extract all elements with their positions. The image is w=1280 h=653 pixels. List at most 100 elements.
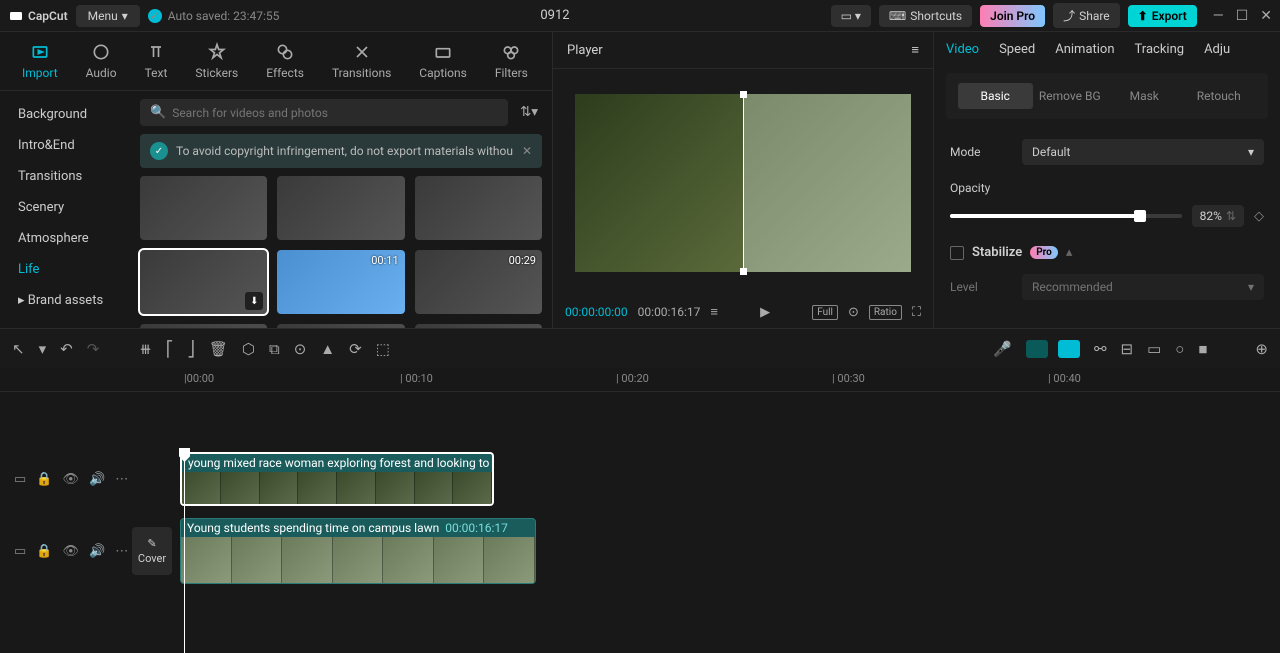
- media-thumb[interactable]: 00:11: [277, 324, 404, 328]
- speed-icon[interactable]: ⊙: [294, 340, 307, 358]
- split-icon[interactable]: ⧻: [139, 340, 152, 358]
- pointer-dropdown-icon[interactable]: ▾: [39, 340, 47, 358]
- snap-toggle[interactable]: [1058, 340, 1080, 358]
- link-icon[interactable]: ⚯: [1094, 340, 1107, 358]
- time-current: 00:00:00:00: [565, 305, 628, 319]
- tab-text[interactable]: Text: [131, 36, 182, 86]
- pointer-icon[interactable]: ↖: [12, 340, 25, 358]
- rtab-adjust[interactable]: Adju: [1204, 42, 1230, 56]
- opacity-value[interactable]: 82%⇅: [1192, 205, 1244, 227]
- track-visible-icon[interactable]: 👁: [62, 544, 79, 559]
- shortcuts-button[interactable]: ⌨ Shortcuts: [879, 5, 972, 27]
- tab-audio[interactable]: Audio: [72, 36, 131, 86]
- rtab-tracking[interactable]: Tracking: [1135, 42, 1185, 56]
- clip-campus[interactable]: Young students spending time on campus l…: [180, 518, 536, 584]
- list-icon[interactable]: ≡: [710, 304, 718, 320]
- crop-icon[interactable]: ⬚: [376, 340, 390, 358]
- tab-transitions[interactable]: Transitions: [318, 36, 405, 86]
- track-more-icon[interactable]: ⋯: [115, 472, 128, 487]
- track-mute-icon[interactable]: 🔊: [89, 472, 105, 487]
- rtab-video[interactable]: Video: [946, 42, 979, 56]
- join-pro-button[interactable]: Join Pro: [980, 5, 1045, 27]
- tab-filters[interactable]: Filters: [481, 36, 542, 86]
- opacity-slider[interactable]: [950, 214, 1182, 218]
- media-thumb[interactable]: [140, 176, 267, 240]
- split-divider[interactable]: [743, 94, 744, 272]
- undo-icon[interactable]: ↶: [60, 340, 73, 358]
- zoom-slider-icon[interactable]: ■: [1198, 340, 1207, 358]
- filter-button[interactable]: ⇅▾: [516, 99, 542, 126]
- clip-forest[interactable]: young mixed race woman exploring forest …: [180, 452, 494, 506]
- track-more-icon[interactable]: ⋯: [115, 544, 128, 559]
- track-visible-icon[interactable]: 👁: [62, 472, 79, 487]
- subtab-mask[interactable]: Mask: [1107, 83, 1182, 109]
- media-thumb[interactable]: ⬇: [140, 250, 267, 314]
- timeline-ruler[interactable]: |00:00 | 00:10 | 00:20 | 00:30 | 00:40: [0, 368, 1280, 392]
- export-button[interactable]: ⬆ Export: [1128, 5, 1197, 27]
- rotate-icon[interactable]: ⟳: [349, 340, 362, 358]
- search-input[interactable]: 🔍: [140, 99, 508, 126]
- trim-left-icon[interactable]: ⎡: [166, 340, 174, 358]
- rtab-speed[interactable]: Speed: [999, 42, 1035, 56]
- sidebar-item-scenery[interactable]: Scenery: [0, 192, 130, 223]
- player-canvas[interactable]: [575, 94, 911, 272]
- zoom-icon[interactable]: ⊙: [848, 305, 859, 320]
- tab-captions[interactable]: Captions: [405, 36, 481, 86]
- magnet-toggle[interactable]: [1026, 340, 1048, 358]
- minimize-icon[interactable]: —: [1213, 8, 1224, 24]
- zoom-in-icon[interactable]: ⊕: [1255, 340, 1268, 358]
- reset-icon[interactable]: ◇: [1254, 209, 1264, 224]
- subtab-removebg[interactable]: Remove BG: [1033, 83, 1108, 109]
- track-expand-icon[interactable]: ▭: [14, 544, 26, 559]
- time-total: 00:00:16:17: [638, 305, 701, 319]
- redo-icon[interactable]: ↷: [87, 340, 100, 358]
- tab-effects[interactable]: Effects: [252, 36, 318, 86]
- align-icon[interactable]: ⊟: [1121, 340, 1134, 358]
- player-menu-icon[interactable]: ≡: [911, 42, 919, 58]
- media-thumb[interactable]: 00:20: [415, 324, 542, 328]
- sidebar-item-transitions[interactable]: Transitions: [0, 161, 130, 192]
- track-expand-icon[interactable]: ▭: [14, 472, 26, 487]
- copy-icon[interactable]: ⧉: [269, 340, 280, 358]
- media-thumb[interactable]: 00:12: [140, 324, 267, 328]
- media-thumb[interactable]: [277, 176, 404, 240]
- media-thumb[interactable]: 00:11: [277, 250, 404, 314]
- share-button[interactable]: ⤴ Share: [1053, 3, 1120, 28]
- download-icon[interactable]: ⬇: [245, 292, 263, 310]
- track-lock-icon[interactable]: 🔒: [36, 472, 52, 487]
- sidebar-item-life[interactable]: Life: [0, 254, 130, 285]
- cover-button[interactable]: ✎Cover: [132, 527, 172, 575]
- subtab-retouch[interactable]: Retouch: [1182, 83, 1257, 109]
- track-mute-icon[interactable]: 🔊: [89, 544, 105, 559]
- stabilize-checkbox[interactable]: [950, 246, 964, 260]
- aspect-button[interactable]: ▭ ▾: [831, 5, 871, 27]
- media-thumb[interactable]: 00:29: [415, 250, 542, 314]
- tab-stickers[interactable]: Stickers: [181, 36, 252, 86]
- sidebar-item-atmosphere[interactable]: Atmosphere: [0, 223, 130, 254]
- media-thumb[interactable]: [415, 176, 542, 240]
- play-icon[interactable]: ▶: [760, 305, 770, 320]
- preview-icon[interactable]: ▭: [1147, 340, 1161, 358]
- tab-import[interactable]: Import: [8, 36, 72, 86]
- rtab-animation[interactable]: Animation: [1055, 42, 1114, 56]
- zoom-out-icon[interactable]: ○: [1175, 340, 1184, 358]
- menu-button[interactable]: Menu ▾: [76, 5, 140, 27]
- sidebar-item-brand[interactable]: ▸ Brand assets: [0, 285, 130, 316]
- shield-icon[interactable]: ⬡: [242, 340, 255, 358]
- mode-select[interactable]: Default▾: [1022, 139, 1264, 165]
- fullscreen-icon[interactable]: ⛶: [912, 305, 921, 320]
- track-lock-icon[interactable]: 🔒: [36, 544, 52, 559]
- sidebar-item-introend[interactable]: Intro&End: [0, 130, 130, 161]
- banner-close-icon[interactable]: ✕: [522, 144, 532, 158]
- trim-right-icon[interactable]: ⎦: [187, 340, 195, 358]
- ratio-button[interactable]: Ratio: [869, 305, 902, 320]
- delete-icon[interactable]: 🗑: [209, 340, 228, 358]
- sidebar-item-background[interactable]: Background: [0, 99, 130, 130]
- playhead[interactable]: [184, 448, 185, 653]
- close-icon[interactable]: ✕: [1260, 8, 1272, 24]
- mic-icon[interactable]: 🎤: [993, 340, 1012, 358]
- subtab-basic[interactable]: Basic: [958, 83, 1033, 109]
- full-button[interactable]: Full: [812, 305, 838, 320]
- maximize-icon[interactable]: ☐: [1236, 8, 1249, 24]
- mirror-icon[interactable]: ▲: [320, 340, 335, 358]
